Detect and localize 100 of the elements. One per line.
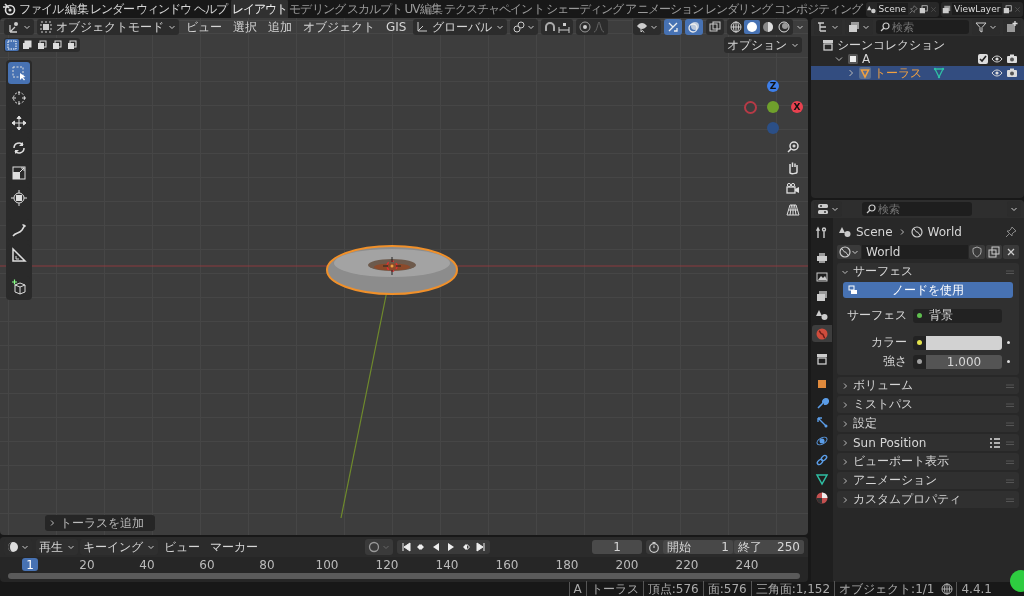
properties-search-field[interactable]: 検索 xyxy=(862,202,972,216)
fake-user-button[interactable] xyxy=(969,244,985,259)
timeline-menu[interactable]: マーカー xyxy=(206,538,262,556)
viewport-menu[interactable]: GIS xyxy=(382,20,411,34)
timeline-scrollbar[interactable] xyxy=(8,573,800,579)
panel-header[interactable]: ボリューム xyxy=(837,377,1019,394)
number-field[interactable]: 1.000 xyxy=(926,354,1002,369)
panel-header[interactable]: サーフェス xyxy=(837,263,1019,280)
timeline-menu[interactable]: ビュー xyxy=(160,538,204,556)
workspace-tab[interactable]: UV編集 xyxy=(403,0,443,20)
box-icon xyxy=(822,39,834,51)
editor-type-button[interactable] xyxy=(4,19,34,35)
animate-dot-icon[interactable] xyxy=(1007,360,1010,363)
jump-to-end-button[interactable] xyxy=(473,541,488,553)
unlink-button[interactable] xyxy=(1003,244,1019,259)
camera-icon[interactable] xyxy=(1006,67,1018,79)
duplicate-icon[interactable] xyxy=(1003,4,1013,14)
visibility-button[interactable] xyxy=(633,19,661,35)
perspective-toggle-button[interactable] xyxy=(783,201,803,219)
torus-object-drawing[interactable] xyxy=(326,245,458,295)
world-name-field[interactable]: World xyxy=(862,244,968,259)
start-frame-field[interactable]: 開始 1 xyxy=(663,540,733,554)
viewport-toggle[interactable] xyxy=(685,19,703,35)
panel-header[interactable]: ビューポート表示 xyxy=(837,453,1019,470)
view-layer-selector[interactable]: ViewLayer xyxy=(941,1,1024,17)
viewport-menu[interactable]: オブジェクト xyxy=(299,18,379,36)
menu-item[interactable]: レンダー xyxy=(88,0,135,18)
x-axis-button[interactable]: X xyxy=(791,101,803,113)
collapse-chevron-icon[interactable] xyxy=(834,54,844,64)
transform-orientation-dropdown[interactable]: グローバル xyxy=(413,19,508,35)
menu-item[interactable]: ウィンドウ xyxy=(135,0,193,18)
shading-mode-button[interactable] xyxy=(776,20,792,34)
shading-mode-button[interactable] xyxy=(760,20,776,34)
outliner-row[interactable]: トーラス xyxy=(811,66,1024,80)
panel-header[interactable]: ミストパス xyxy=(837,396,1019,413)
workspace-tab[interactable]: コンポジティング xyxy=(772,0,864,20)
playhead-frame-badge[interactable]: 1 xyxy=(22,558,38,571)
pin-icon[interactable] xyxy=(1005,226,1017,238)
workspace-tab[interactable]: スカルプト xyxy=(345,0,404,20)
z-axis-button[interactable]: Z xyxy=(767,80,779,92)
panel-header[interactable]: Sun Position xyxy=(837,434,1019,451)
shader-field[interactable]: 背景 xyxy=(926,308,1002,323)
shading-mode-button[interactable] xyxy=(744,20,760,34)
viewport-menu[interactable]: 追加 xyxy=(264,18,296,36)
socket-button[interactable] xyxy=(913,308,926,323)
caret-icon[interactable] xyxy=(796,23,804,31)
shading-mode-button[interactable] xyxy=(728,20,744,34)
app-logo-icon[interactable] xyxy=(2,2,16,16)
last-operator-panel[interactable]: トーラスを追加 xyxy=(45,515,155,531)
use-nodes-button[interactable]: ノードを使用 xyxy=(843,282,1013,298)
menu-item[interactable]: ファイル xyxy=(18,0,65,18)
viewport-toggle[interactable] xyxy=(664,19,682,35)
scene-selector[interactable]: Scene xyxy=(865,1,939,17)
snap-button[interactable] xyxy=(541,19,574,35)
y-axis-ball[interactable] xyxy=(767,101,779,113)
viewport-menu[interactable]: ビュー xyxy=(182,18,226,36)
auto-keying-button[interactable] xyxy=(364,539,393,555)
duplicate-button[interactable] xyxy=(986,244,1002,259)
preview-range-button[interactable] xyxy=(646,540,662,554)
pivot-point-button[interactable] xyxy=(510,19,539,35)
end-frame-field[interactable]: 終了 250 xyxy=(734,540,804,554)
viewport-menu[interactable]: 選択 xyxy=(229,18,261,36)
selection-mode-button[interactable] xyxy=(65,39,79,51)
workspace-tab[interactable]: シェーディング xyxy=(544,0,625,20)
workspace-tab[interactable]: レイアウト xyxy=(230,0,289,20)
timeline-dropdown[interactable]: キーイング xyxy=(80,539,158,555)
selection-mode-button[interactable] xyxy=(20,39,34,51)
camera-icon[interactable] xyxy=(1006,53,1018,65)
list-icon[interactable] xyxy=(989,436,1001,449)
proportional-edit-button[interactable] xyxy=(576,19,609,35)
menu-item[interactable]: ヘルプ xyxy=(192,0,228,18)
outliner-row[interactable]: シーンコレクション xyxy=(811,38,1024,52)
color-swatch[interactable] xyxy=(926,335,1002,350)
viewport-toggle[interactable] xyxy=(706,19,724,35)
eye-icon[interactable] xyxy=(991,53,1003,65)
panel-header[interactable]: カスタムプロパティ xyxy=(837,491,1019,508)
selection-mode-button[interactable] xyxy=(50,39,64,51)
workspace-tab[interactable]: テクスチャペイント xyxy=(442,0,545,20)
world-browse-button[interactable] xyxy=(837,244,861,259)
eye-icon[interactable] xyxy=(991,67,1003,79)
outliner-row[interactable]: A xyxy=(811,52,1024,66)
current-frame-field[interactable]: 1 xyxy=(592,540,642,554)
workspace-tab[interactable]: モデリング xyxy=(288,0,346,20)
selection-mode-button[interactable] xyxy=(35,39,49,51)
tool-button[interactable] xyxy=(8,62,30,84)
socket-button[interactable] xyxy=(913,335,926,350)
mode-dropdown[interactable]: オブジェクトモード xyxy=(37,19,179,35)
panel-header[interactable]: 設定 xyxy=(837,415,1019,432)
panel-header[interactable]: アニメーション xyxy=(837,472,1019,489)
duplicate-icon[interactable] xyxy=(919,4,928,14)
workspace-tab[interactable]: レンダリング xyxy=(704,0,773,20)
options-dropdown[interactable]: オプション xyxy=(724,37,802,53)
menu-item[interactable]: 編集 xyxy=(64,0,89,18)
socket-button[interactable] xyxy=(913,354,926,369)
workspace-tab[interactable]: アニメーション xyxy=(624,0,705,20)
animate-dot-icon[interactable] xyxy=(1007,341,1010,344)
timeline-dropdown[interactable]: 再生 xyxy=(36,539,78,555)
outliner-search-field[interactable]: 検索 xyxy=(876,20,969,34)
exclude-checkbox[interactable] xyxy=(978,54,988,64)
mesh-data-icon[interactable] xyxy=(933,67,945,79)
